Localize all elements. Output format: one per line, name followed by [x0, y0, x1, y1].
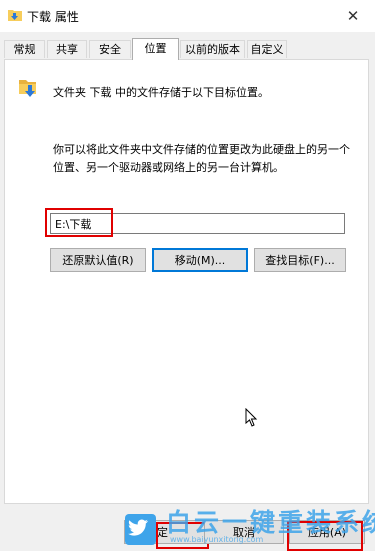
- restore-default-button[interactable]: 还原默认值(R): [50, 248, 146, 272]
- tab-general[interactable]: 常规: [4, 40, 45, 58]
- tab-panel-location: [4, 59, 369, 504]
- tab-location[interactable]: 位置: [132, 38, 179, 60]
- move-button[interactable]: 移动(M)...: [152, 248, 248, 272]
- folder-download-icon: [19, 80, 36, 97]
- tab-customize[interactable]: 自定义: [247, 40, 287, 58]
- twitter-bird-icon: [125, 514, 156, 545]
- location-heading: 文件夹 下载 中的文件存储于以下目标位置。: [53, 86, 269, 99]
- close-button[interactable]: ✕: [331, 0, 375, 32]
- location-description: 你可以将此文件夹中文件存储的位置更改为此硬盘上的另一个位置、另一个驱动器或网络上…: [53, 143, 350, 174]
- watermark-url: www.baiyunxitong.com: [170, 535, 264, 544]
- tab-security[interactable]: 安全: [89, 40, 131, 58]
- close-icon: ✕: [346, 7, 360, 25]
- tab-previous-versions[interactable]: 以前的版本: [180, 40, 245, 58]
- tab-sharing[interactable]: 共享: [47, 40, 87, 58]
- location-path-input[interactable]: [50, 213, 345, 234]
- mouse-cursor-icon: [245, 408, 258, 427]
- title-bar: 下载 属性 ✕: [0, 0, 375, 32]
- watermark-text: 白云一键重装系统: [166, 508, 375, 537]
- window-title: 下载 属性: [27, 10, 79, 24]
- folder-download-icon: [8, 10, 22, 21]
- find-target-button[interactable]: 查找目标(F)...: [254, 248, 346, 272]
